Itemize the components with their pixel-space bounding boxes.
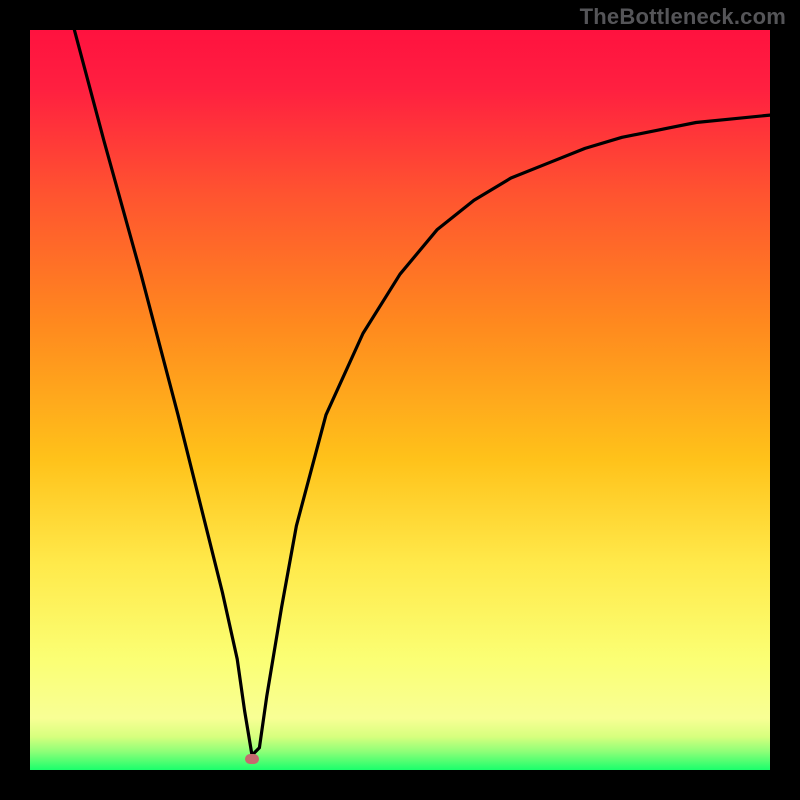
curve-svg: [30, 30, 770, 770]
plot-area: [30, 30, 770, 770]
chart-frame: TheBottleneck.com: [0, 0, 800, 800]
watermark-text: TheBottleneck.com: [580, 4, 786, 30]
minimum-marker: [245, 754, 259, 764]
bottleneck-curve: [74, 30, 770, 755]
